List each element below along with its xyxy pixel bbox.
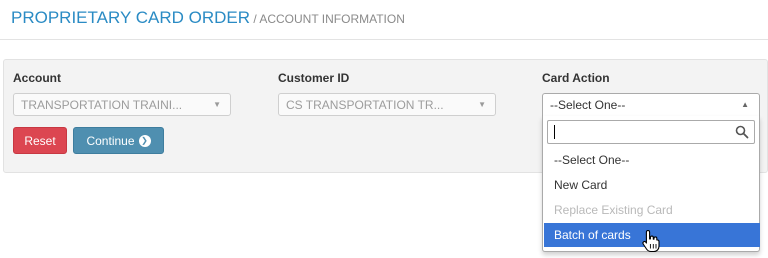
hand-pointer-icon [642,229,660,253]
option-label: Batch of cards [554,228,631,242]
page-title-main: PROPRIETARY CARD ORDER [11,8,250,27]
card-action-label: Card Action [542,71,610,85]
dropdown-search-input[interactable] [547,120,755,144]
option-label: --Select One-- [554,153,630,167]
card-action-select-value: --Select One-- [550,98,626,112]
card-action-select[interactable]: --Select One-- ▲ [542,93,760,116]
continue-button-label: Continue [86,133,135,148]
dropdown-caret-icon: ▼ [213,100,221,109]
dropdown-caret-icon: ▼ [478,100,486,109]
customer-id-select-value: CS TRANSPORTATION TR... [286,98,444,112]
customer-id-label: Customer ID [278,71,350,85]
reset-button[interactable]: Reset [13,127,67,154]
reset-button-label: Reset [24,133,56,148]
dropdown-option-select-one[interactable]: --Select One-- [544,148,760,172]
continue-button[interactable]: Continue ❯ [73,127,164,154]
page-title: PROPRIETARY CARD ORDER / ACCOUNT INFORMA… [11,8,405,28]
option-label: Replace Existing Card [554,203,673,217]
account-select-value: TRANSPORTATION TRAINI... [21,98,183,112]
page-subtitle: / ACCOUNT INFORMATION [250,12,405,26]
search-icon [735,125,749,139]
account-label: Account [13,71,61,85]
arrow-circle-icon: ❯ [138,134,151,147]
dropdown-option-new-card[interactable]: New Card [544,173,760,197]
account-select[interactable]: TRANSPORTATION TRAINI... ▼ [13,93,231,116]
text-cursor [554,125,555,139]
customer-id-select[interactable]: CS TRANSPORTATION TR... ▼ [278,93,496,116]
dropdown-caret-up-icon: ▲ [741,100,749,109]
title-divider [0,39,768,40]
option-label: New Card [554,178,608,192]
dropdown-option-replace-existing-card: Replace Existing Card [544,198,760,222]
